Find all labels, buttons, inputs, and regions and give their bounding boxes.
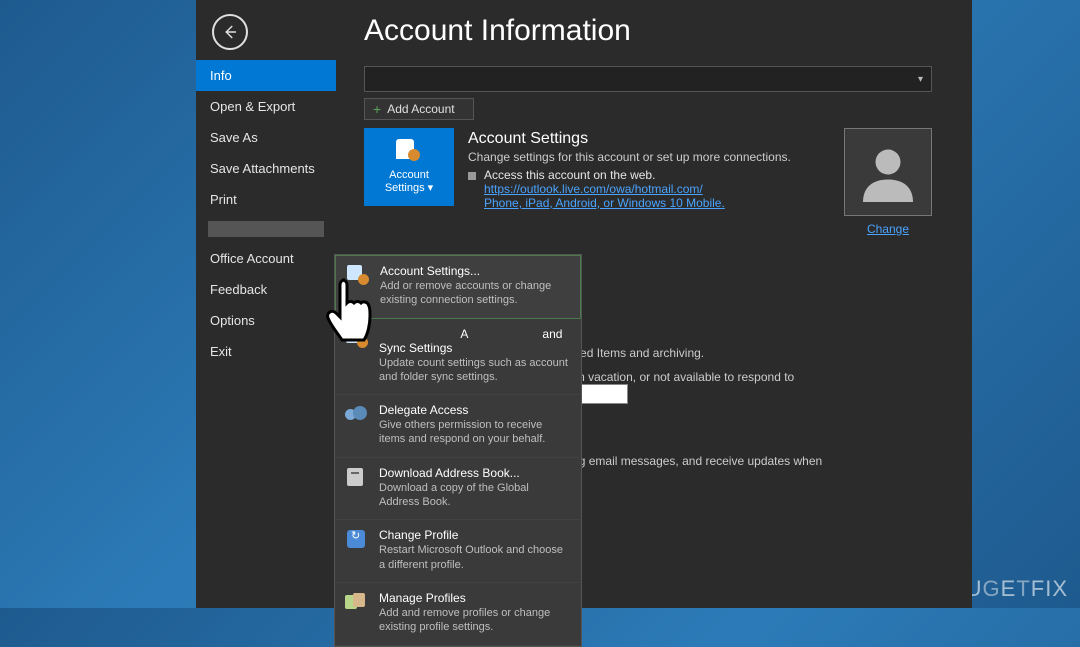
change-avatar-link[interactable]: Change	[867, 222, 909, 236]
nav-exit[interactable]: Exit	[196, 336, 336, 367]
nav-options[interactable]: Options	[196, 305, 336, 336]
menu-manage-profiles[interactable]: Manage Profiles Add and remove profiles …	[335, 583, 581, 646]
nav-info[interactable]: Info	[196, 60, 336, 91]
account-settings-menu: Account Settings... Add or remove accoun…	[334, 254, 582, 647]
plus-icon: +	[373, 101, 381, 117]
menu-delegate-access[interactable]: Delegate Access Give others permission t…	[335, 395, 581, 458]
back-button[interactable]	[212, 14, 248, 50]
menu-item-title: Download Address Book...	[379, 466, 571, 480]
caret-down-icon: ▾	[428, 182, 434, 194]
nav-open-export[interactable]: Open & Export	[196, 91, 336, 122]
account-settings-icon	[346, 264, 370, 286]
outlook-window: Info Open & Export Save As Save Attachme…	[196, 0, 972, 608]
nav-save-as[interactable]: Save As	[196, 122, 336, 153]
menu-item-title: Account Name and Sync SettingsAccount Na…	[379, 327, 571, 355]
nav-print[interactable]: Print	[196, 184, 336, 215]
address-book-icon	[345, 466, 369, 488]
back-arrow-icon	[221, 23, 239, 41]
account-dropdown[interactable]	[364, 66, 932, 92]
nav-save-attachments[interactable]: Save Attachments	[196, 153, 336, 184]
watermark: UGETFIX	[966, 576, 1068, 602]
change-profile-icon	[345, 528, 369, 550]
nav-divider	[208, 221, 324, 237]
menu-item-desc: Give others permission to receive items …	[379, 418, 571, 447]
menu-item-desc: Download a copy of the Global Address Bo…	[379, 481, 571, 510]
add-account-button[interactable]: + Add Account	[364, 98, 474, 120]
nav-feedback[interactable]: Feedback	[196, 274, 336, 305]
acct-bullet-text: Access this account on the web.	[484, 168, 655, 182]
add-account-label: Add Account	[387, 102, 454, 116]
nav-list: Info Open & Export Save As Save Attachme…	[196, 60, 336, 367]
owa-link[interactable]: https://outlook.live.com/owa/hotmail.com…	[484, 182, 703, 196]
acct-btn-line1: Account	[389, 169, 429, 181]
menu-item-desc: Update count settings such as account an…	[379, 356, 571, 385]
menu-item-title: Manage Profiles	[379, 591, 571, 605]
account-settings-button[interactable]: Account Settings ▾	[364, 128, 454, 206]
delegate-icon	[345, 403, 369, 425]
avatar-image	[844, 128, 932, 216]
account-settings-icon	[394, 139, 424, 165]
menu-item-title: Delegate Access	[379, 403, 571, 417]
bullet-icon	[468, 172, 476, 180]
account-settings-row: Account Settings ▾ Account Settings Chan…	[364, 128, 944, 210]
menu-item-desc: Add and remove profiles or change existi…	[379, 606, 571, 635]
acct-btn-line2: Settings	[385, 182, 425, 194]
menu-item-title: Change Profile	[379, 528, 571, 542]
manage-profiles-icon	[345, 591, 369, 613]
menu-download-address-book[interactable]: Download Address Book... Download a copy…	[335, 458, 581, 521]
menu-item-desc: Add or remove accounts or change existin…	[380, 279, 570, 308]
menu-item-desc: Restart Microsoft Outlook and choose a d…	[379, 543, 571, 572]
menu-account-settings[interactable]: Account Settings... Add or remove accoun…	[335, 255, 581, 319]
menu-change-profile[interactable]: Change Profile Restart Microsoft Outlook…	[335, 520, 581, 583]
menu-sync-settings[interactable]: Account Name and Sync SettingsAccount Na…	[335, 319, 581, 396]
nav-office-account[interactable]: Office Account	[196, 243, 336, 274]
person-icon	[858, 142, 918, 202]
sync-settings-icon	[345, 327, 369, 349]
avatar-box: Change	[838, 128, 938, 238]
backstage-sidebar: Info Open & Export Save As Save Attachme…	[196, 0, 336, 608]
page-title: Account Information	[364, 14, 944, 48]
menu-item-title: Account Settings...	[380, 264, 570, 278]
